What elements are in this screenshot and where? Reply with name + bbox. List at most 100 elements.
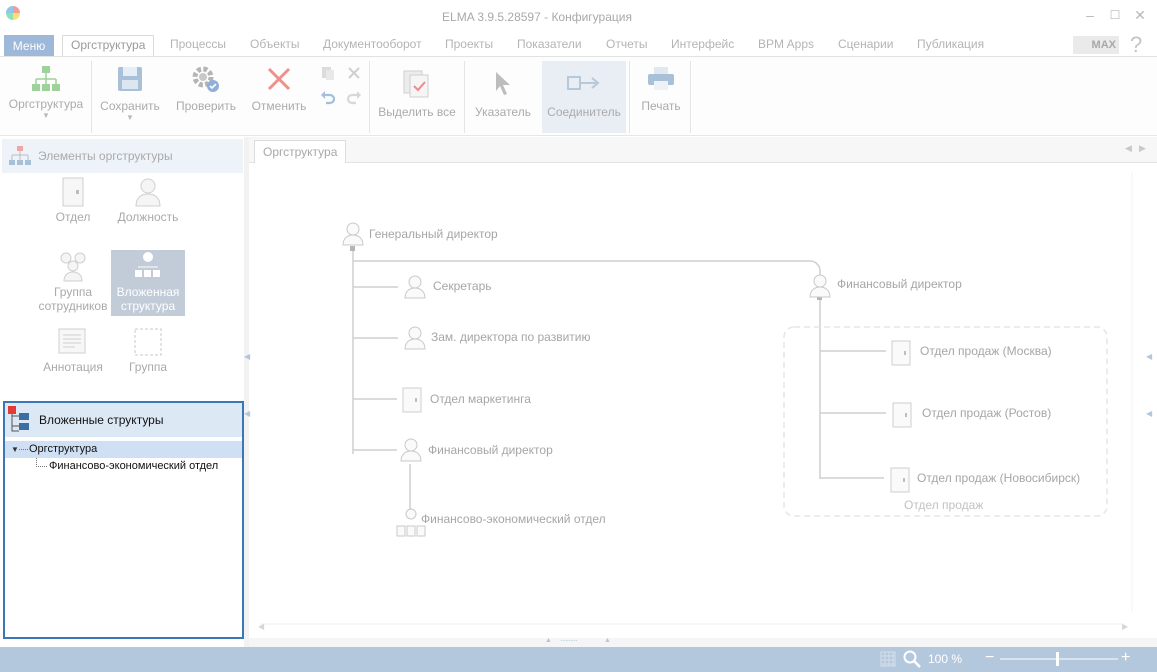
palette-position-label: Должность (117, 210, 179, 224)
tab-scenarios[interactable]: Сценарии (838, 35, 893, 57)
document-tab-orgstructure[interactable]: Оргструктура (254, 140, 347, 163)
collapse-up-icon[interactable]: ▲ (545, 637, 552, 644)
tab-scroll-right-icon[interactable]: ▶ (1139, 143, 1146, 154)
printer-icon (648, 67, 674, 90)
pointer-button[interactable]: Указатель (468, 69, 538, 119)
palette-nested-structure[interactable]: Вложенная структура (111, 250, 185, 316)
nested-structures-header: Вложенные структуры (5, 403, 242, 437)
person-icon (400, 438, 422, 462)
zoom-in-icon[interactable]: + (1121, 649, 1130, 667)
orgstructure-button[interactable]: Оргструктура ▼ (4, 65, 88, 120)
tab-indicators[interactable]: Показатели (517, 35, 582, 57)
palette-employee-group-label-1: Группа (53, 285, 93, 299)
expand-right-icon[interactable]: ◀ (1146, 409, 1152, 418)
select-all-button[interactable]: Выделить все (373, 69, 461, 119)
node-cfo-right[interactable]: Финансовый директор (837, 277, 962, 291)
node-cfo-left[interactable]: Финансовый директор (428, 443, 553, 457)
palette-department[interactable]: Отдел (36, 177, 110, 227)
cancel-button[interactable]: Отменить (246, 65, 312, 113)
expand-right-icon[interactable]: ◀ (1146, 352, 1152, 361)
delete-small-button[interactable] (344, 65, 364, 84)
grid-icon[interactable] (880, 651, 896, 667)
help-icon[interactable]: ? (1130, 32, 1142, 58)
panel-splitter[interactable]: ◀ ◀ (244, 137, 250, 647)
save-button-label: Сохранить (100, 99, 160, 113)
person-icon (404, 326, 426, 350)
document-tab-bar: Оргструктура ◀ ▶ (249, 137, 1157, 163)
grip-icon: ·········· (560, 636, 578, 645)
nested-structure-icon (135, 252, 160, 277)
ribbon-toolbar: Оргструктура ▼ Сохранить ▼ Проверить Отм… (0, 56, 1157, 136)
redo-button[interactable] (344, 89, 364, 108)
zoom-out-icon[interactable]: − (985, 649, 994, 667)
collapse-left-icon[interactable]: ◀ (244, 409, 250, 418)
palette-group[interactable]: Группа (111, 327, 185, 377)
node-secretary[interactable]: Секретарь (433, 279, 492, 293)
undo-icon (321, 91, 336, 105)
hscroll-right-icon[interactable]: ▶ (1122, 622, 1128, 631)
palette-employee-group[interactable]: Группа сотрудников (36, 250, 110, 316)
door-icon (890, 467, 910, 493)
tree-item-fin-econ[interactable]: Финансово-экономический отдел (5, 458, 242, 475)
zoom-slider-thumb[interactable] (1056, 652, 1059, 666)
menu-button[interactable]: Меню (4, 35, 54, 57)
tab-scroll-left-icon[interactable]: ◀ (1125, 143, 1132, 154)
close-icon[interactable]: ✕ (1130, 6, 1150, 24)
right-splitter[interactable]: ◀ ◀ (1146, 164, 1154, 638)
tab-orgstructure[interactable]: Оргструктура (62, 35, 155, 57)
tab-reports[interactable]: Отчеты (606, 35, 647, 57)
palette-position[interactable]: Должность (111, 177, 185, 227)
orgchart-icon (32, 66, 60, 91)
tab-objects[interactable]: Объекты (250, 35, 300, 57)
minimize-icon[interactable]: – (1080, 6, 1100, 24)
hscroll-left-icon[interactable]: ◀ (258, 622, 264, 631)
collapse-up-icon[interactable]: ▲ (604, 637, 611, 644)
annotation-icon (58, 328, 86, 354)
menu-bar: Меню Оргструктура Процессы Объекты Докум… (0, 30, 1157, 57)
door-icon (892, 402, 912, 428)
undo-button[interactable] (318, 89, 338, 108)
node-deputy[interactable]: Зам. директора по развитию (431, 330, 591, 344)
node-marketing[interactable]: Отдел маркетинга (430, 392, 531, 406)
save-button[interactable]: Сохранить ▼ (94, 65, 166, 122)
palette-group-label: Группа (128, 360, 168, 374)
zoom-slider[interactable] (1000, 652, 1118, 666)
node-sales-novosib[interactable]: Отдел продаж (Новосибирск) (917, 471, 1080, 485)
connector-button-label: Соединитель (547, 105, 621, 119)
connector-icon (567, 76, 600, 90)
tab-publication[interactable]: Публикация (917, 35, 984, 57)
check-button-label: Проверить (175, 99, 236, 113)
select-all-icon (403, 70, 429, 98)
cancel-button-label: Отменить (251, 99, 307, 113)
tab-projects[interactable]: Проекты (445, 35, 493, 57)
tab-interface[interactable]: Интерфейс (671, 35, 734, 57)
delete-icon (348, 67, 360, 79)
tree-expand-icon[interactable]: ▼ (11, 441, 19, 458)
redo-icon (346, 91, 361, 105)
palette-nested-structure-label-1: Вложенная (116, 285, 180, 299)
print-button[interactable]: Печать (634, 65, 688, 113)
zoom-icon[interactable] (903, 650, 921, 668)
maximize-icon[interactable]: ☐ (1105, 6, 1125, 24)
paste-icon (322, 67, 334, 80)
node-ceo[interactable]: Генеральный директор (369, 227, 498, 241)
paste-button[interactable] (318, 65, 338, 84)
check-button[interactable]: Проверить (170, 65, 242, 113)
tab-document-flow[interactable]: Документооборот (323, 35, 422, 57)
connector-button[interactable]: Соединитель (542, 61, 626, 133)
pointer-button-label: Указатель (475, 105, 531, 119)
bottom-splitter[interactable]: ▲ ·········· ▲ (249, 636, 1157, 647)
node-sales-moscow[interactable]: Отдел продаж (Москва) (920, 344, 1052, 358)
elements-panel-title: Элементы оргструктуры (38, 149, 173, 163)
node-fin-econ[interactable]: Финансово-экономический отдел (421, 512, 606, 526)
tab-bpm-apps[interactable]: BPM Apps (758, 35, 814, 57)
palette-annotation[interactable]: Аннотация (36, 327, 110, 377)
collapse-left-icon[interactable]: ◀ (244, 352, 250, 361)
orgchart-icon (9, 146, 31, 165)
org-chart-canvas[interactable]: Генеральный директор Секретарь Зам. дире… (254, 164, 1144, 638)
group-label-sales[interactable]: Отдел продаж (904, 498, 983, 512)
tab-processes[interactable]: Процессы (170, 35, 226, 57)
node-sales-rostov[interactable]: Отдел продаж (Ростов) (922, 406, 1051, 420)
tree-item-orgstructure[interactable]: ▼ Оргструктура (5, 441, 242, 458)
print-button-label: Печать (641, 99, 681, 113)
